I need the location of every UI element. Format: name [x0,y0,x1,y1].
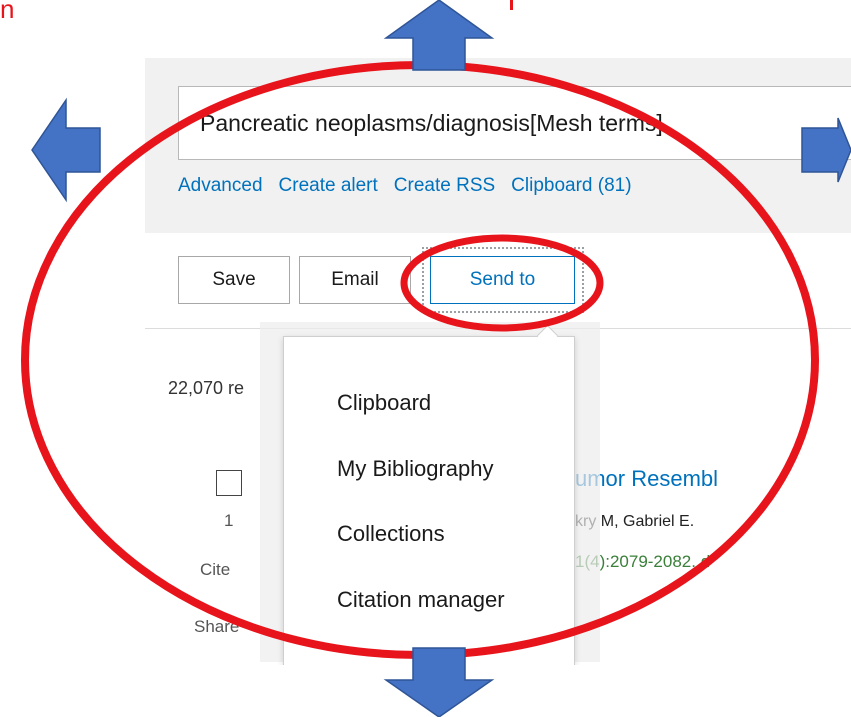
search-query-text[interactable]: Pancreatic neoplasms/diagnosis[Mesh term… [200,110,663,137]
menu-item-my-bibliography[interactable]: My Bibliography [337,456,494,482]
annotation-text-fragment: n [0,0,15,24]
save-button[interactable]: Save [178,256,290,304]
send-to-menu [283,336,575,666]
menu-item-collections[interactable]: Collections [337,521,445,547]
send-to-button[interactable]: Send to [430,256,575,304]
arrow-left-icon [31,97,101,203]
cite-button[interactable]: Cite [200,560,230,580]
advanced-link[interactable]: Advanced [178,175,263,197]
bottom-margin [0,665,851,717]
share-button[interactable]: Share [194,617,239,637]
menu-item-citation-manager[interactable]: Citation manager [337,587,505,613]
menu-item-clipboard[interactable]: Clipboard [337,390,431,416]
create-rss-link[interactable]: Create RSS [394,175,495,197]
search-links: Advanced Create alert Create RSS Clipboa… [178,175,632,197]
results-count: 22,070 re [168,378,245,398]
email-button[interactable]: Email [299,256,411,304]
create-alert-link[interactable]: Create alert [279,175,378,197]
result-checkbox[interactable] [216,470,242,496]
result-number: 1 [224,511,234,530]
annotation-mark [510,0,513,10]
clipboard-link[interactable]: Clipboard (81) [511,175,631,197]
